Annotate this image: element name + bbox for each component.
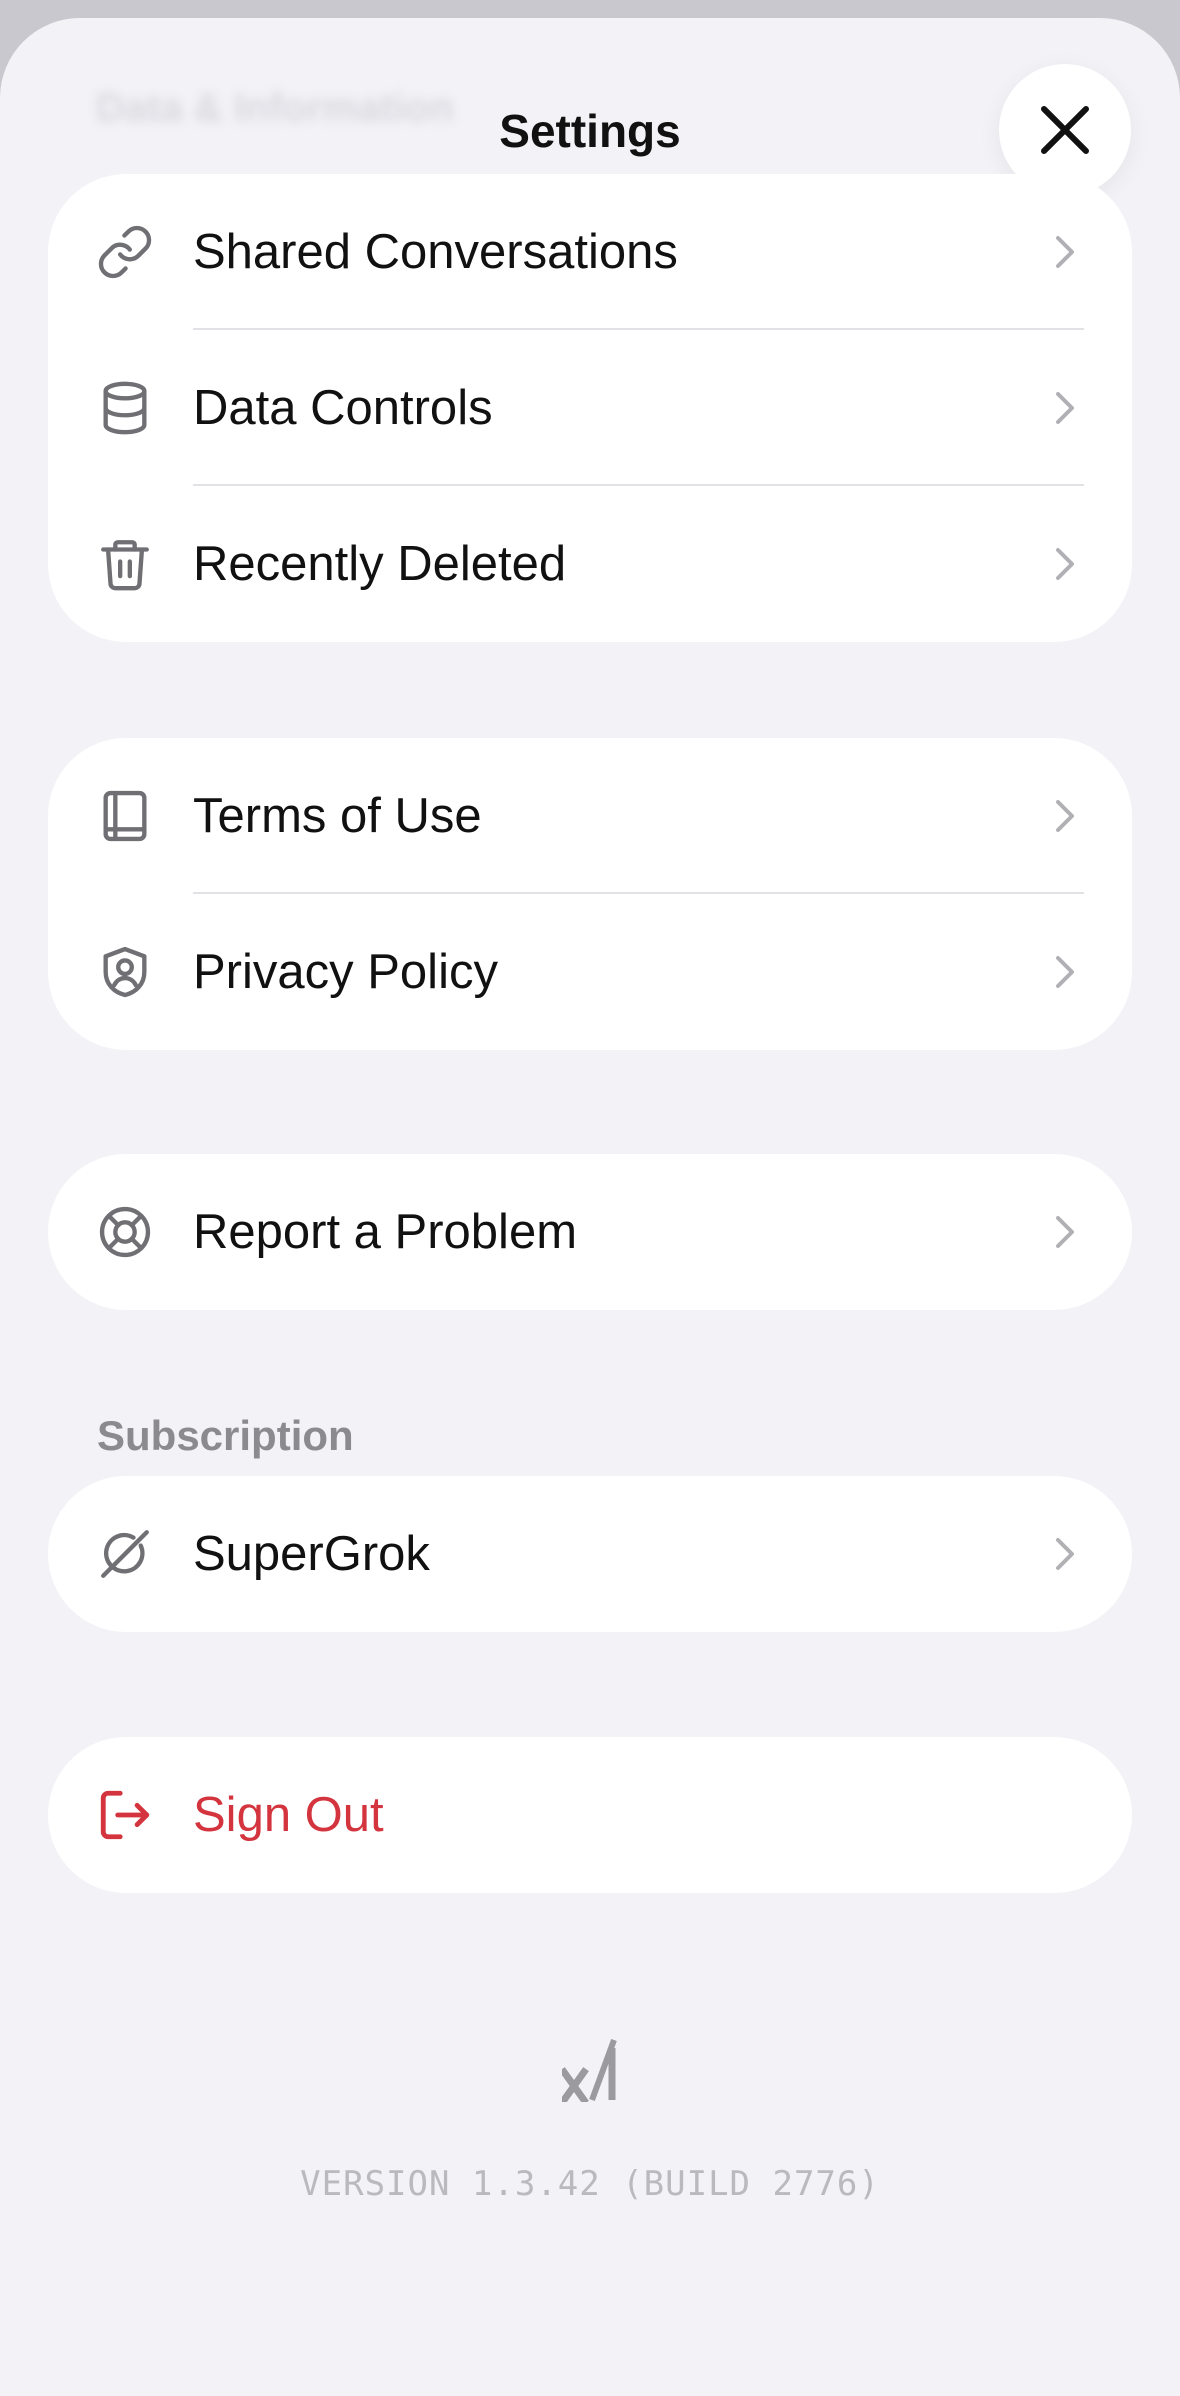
chevron-right-icon <box>1056 548 1074 580</box>
privacy-policy-label: Privacy Policy <box>193 945 498 999</box>
subscription-heading: Subscription <box>97 1412 354 1459</box>
data-controls-row[interactable]: Data Controls <box>48 330 1132 486</box>
chevron-right-icon <box>1056 1538 1074 1570</box>
chevron-right-icon <box>1056 1216 1074 1248</box>
sign-out-label: Sign Out <box>193 1788 384 1842</box>
book-icon <box>96 787 154 845</box>
lifebuoy-icon <box>96 1203 154 1261</box>
chevron-right-icon <box>1056 800 1074 832</box>
account-card: Sign Out <box>48 1737 1132 1893</box>
supergrok-label: SuperGrok <box>193 1527 430 1581</box>
grok-icon <box>96 1525 154 1583</box>
support-card: Report a Problem <box>48 1154 1132 1310</box>
database-icon <box>96 379 154 437</box>
report-problem-row[interactable]: Report a Problem <box>48 1154 1132 1310</box>
data-settings-card: Shared Conversations Data Controls Recen… <box>48 174 1132 642</box>
recently-deleted-row[interactable]: Recently Deleted <box>48 486 1132 642</box>
data-controls-label: Data Controls <box>193 381 493 435</box>
privacy-policy-row[interactable]: Privacy Policy <box>48 894 1132 1050</box>
trash-icon <box>96 535 154 593</box>
terms-of-use-row[interactable]: Terms of Use <box>48 738 1132 894</box>
chevron-right-icon <box>1056 236 1074 268</box>
shield-user-icon <box>96 943 154 1001</box>
chevron-right-icon <box>1056 956 1074 988</box>
recently-deleted-label: Recently Deleted <box>193 537 567 591</box>
chevron-right-icon <box>1056 392 1074 424</box>
shared-conversations-label: Shared Conversations <box>193 225 678 279</box>
sign-out-icon <box>96 1786 154 1844</box>
xai-logo <box>562 2038 617 2102</box>
subscription-card: SuperGrok <box>48 1476 1132 1632</box>
report-problem-label: Report a Problem <box>193 1205 578 1259</box>
settings-sheet: Data & Information Settings Shared Conve… <box>0 18 1180 2396</box>
version-text: VERSION 1.3.42 (BUILD 2776) <box>300 2164 880 2204</box>
terms-of-use-label: Terms of Use <box>193 789 482 843</box>
sign-out-button[interactable]: Sign Out <box>48 1737 1132 1893</box>
supergrok-row[interactable]: SuperGrok <box>48 1476 1132 1632</box>
legal-card: Terms of Use Privacy Policy <box>48 738 1132 1050</box>
shared-conversations-row[interactable]: Shared Conversations <box>48 174 1132 330</box>
close-icon <box>1041 106 1089 154</box>
link-icon <box>96 223 154 281</box>
